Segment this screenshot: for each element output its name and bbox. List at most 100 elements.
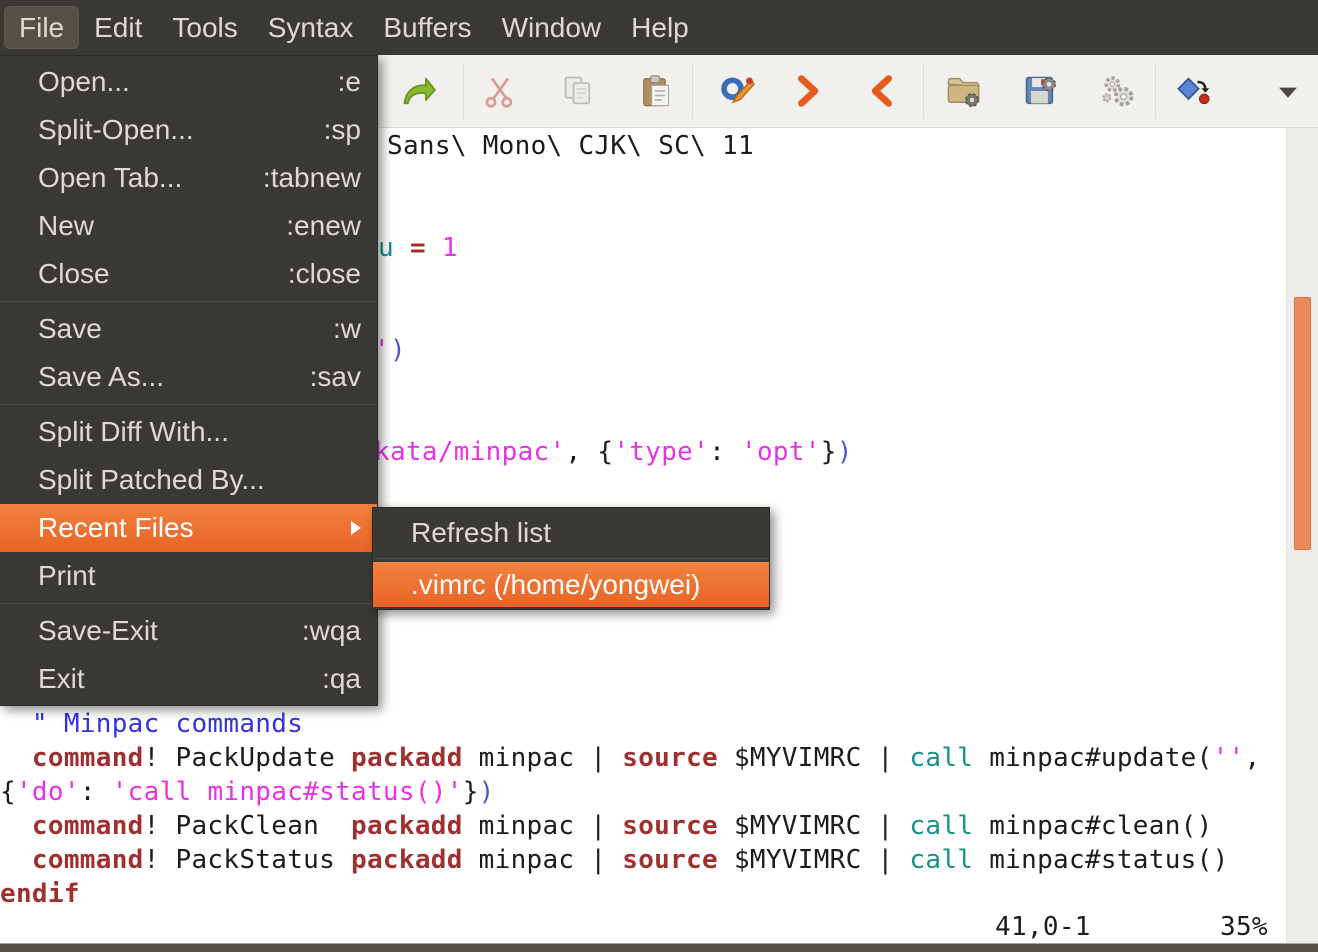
build-icon[interactable]: [1175, 73, 1211, 109]
editor-line: endif: [0, 877, 80, 911]
menu-item-label: Open Tab...: [38, 162, 182, 194]
code-segment-fg: minpac |: [463, 811, 623, 841]
code-segment-fg: $MYVIMRC |: [718, 743, 909, 773]
code-segment-fg: $MYVIMRC |: [718, 845, 909, 875]
code-segment-fg: [394, 233, 410, 263]
toolbar-separator: [692, 63, 693, 119]
menu-item-shortcut: :close: [288, 258, 361, 290]
menubar-item-help[interactable]: Help: [616, 6, 704, 50]
menu-item-label: Exit: [38, 663, 85, 695]
code-segment-fg: [426, 233, 442, 263]
code-segment-string: 'call minpac#status()': [112, 777, 463, 807]
menu-item-label: Print: [38, 560, 96, 592]
menu-item-shortcut: :sav: [310, 361, 361, 393]
menu-item-label: New: [38, 210, 94, 242]
file-menu-item-split-open[interactable]: Split-Open...:sp: [0, 106, 377, 154]
menubar-item-syntax[interactable]: Syntax: [253, 6, 369, 50]
menu-item-shortcut: :w: [333, 313, 361, 345]
recent-files-item-vimrc-home-yongwei[interactable]: .vimrc (/home/yongwei): [373, 562, 769, 607]
menubar-item-buffers[interactable]: Buffers: [368, 6, 486, 50]
paste-icon[interactable]: [637, 73, 673, 109]
menubar-item-edit[interactable]: Edit: [79, 6, 157, 50]
code-segment-fg: [0, 709, 32, 739]
menu-item-label: Refresh list: [411, 517, 551, 549]
menu-item-shortcut: :e: [338, 66, 361, 98]
file-menu-item-open[interactable]: Open...:e: [0, 58, 377, 106]
code-segment-statement: command: [32, 743, 144, 773]
file-menu-item-split-patched-by[interactable]: Split Patched By...: [0, 456, 377, 504]
menu-item-label: Split Patched By...: [38, 464, 265, 496]
file-menu-item-save[interactable]: Save:w: [0, 305, 377, 353]
load-session-icon[interactable]: [945, 73, 981, 109]
code-segment-fg: ,: [1245, 743, 1261, 773]
code-segment-string: 'type': [613, 437, 709, 467]
code-segment-string: '': [1213, 743, 1245, 773]
code-segment-statement: source: [622, 845, 718, 875]
menubar-item-window[interactable]: Window: [487, 6, 617, 50]
menubar-item-tools[interactable]: Tools: [157, 6, 252, 50]
code-segment-fg: [0, 811, 32, 841]
editor-line: kata/minpac', {'type': 'opt'}): [374, 435, 853, 469]
code-segment-fg: , {: [565, 437, 613, 467]
code-segment-statement: endif: [0, 879, 80, 909]
code-segment-statement: command: [32, 845, 144, 875]
code-segment-string: 'do': [16, 777, 80, 807]
code-segment-identifier: call: [909, 811, 973, 841]
run-script-icon[interactable]: [1100, 73, 1136, 109]
code-segment-statement: packadd: [351, 811, 463, 841]
file-menu-item-print[interactable]: Print: [0, 552, 377, 600]
code-segment-fg: minpac |: [463, 743, 623, 773]
file-menu-item-save-as[interactable]: Save As... :sav: [0, 353, 377, 401]
file-menu-item-open-tab[interactable]: Open Tab...:tabnew: [0, 154, 377, 202]
editor-line: '): [374, 333, 406, 367]
editor-line: command! PackClean packadd minpac | sour…: [0, 809, 1213, 843]
code-segment-fg: [0, 845, 32, 875]
find-next-icon[interactable]: [789, 73, 825, 109]
file-menu-separator: [1, 301, 376, 302]
cut-icon[interactable]: [482, 73, 518, 109]
save-session-icon[interactable]: [1022, 73, 1058, 109]
code-segment-fg: ! PackClean: [144, 811, 351, 841]
menubar-item-file[interactable]: File: [4, 6, 79, 50]
redo-icon[interactable]: [400, 73, 436, 109]
editor-line: " Minpac commands: [0, 707, 303, 741]
code-segment-statement: packadd: [351, 743, 463, 773]
file-menu-item-recent-files[interactable]: Recent Files: [0, 504, 377, 552]
file-menu-item-new[interactable]: New :enew: [0, 202, 377, 250]
code-segment-paren: ): [479, 777, 495, 807]
scrollbar-thumb[interactable]: [1294, 297, 1311, 550]
menu-item-label: .vimrc (/home/yongwei): [411, 569, 700, 601]
code-segment-identifier: u: [378, 233, 394, 263]
file-menu-item-save-exit[interactable]: Save-Exit:wqa: [0, 607, 377, 655]
window-bottom-edge: [0, 943, 1318, 952]
overflow-chevron-icon[interactable]: [1270, 73, 1306, 109]
code-segment-statement: packadd: [351, 845, 463, 875]
gvim-window: FileEditToolsSyntaxBuffersWindowHelp 41,…: [0, 0, 1318, 952]
menu-item-label: Save As...: [38, 361, 164, 393]
copy-icon[interactable]: [560, 73, 596, 109]
code-segment-fg: minpac#status(): [973, 845, 1228, 875]
code-segment-fg: ! PackUpdate: [144, 743, 351, 773]
code-segment-fg: minpac |: [463, 845, 623, 875]
ruler-scroll-percent: 35%: [1220, 910, 1268, 944]
menu-item-label: Save-Exit: [38, 615, 158, 647]
code-segment-fg: minpac#update(: [973, 743, 1212, 773]
toolbar-separator: [923, 63, 924, 119]
scrollbar[interactable]: [1286, 128, 1318, 944]
code-segment-statement: source: [622, 811, 718, 841]
code-segment-fg: Sans\ Mono\ CJK\ SC\ 11: [387, 131, 754, 161]
find-prev-icon[interactable]: [865, 73, 901, 109]
code-segment-fg: }: [821, 437, 837, 467]
menu-item-label: Close: [38, 258, 110, 290]
file-menu-item-close[interactable]: Close :close: [0, 250, 377, 298]
toolbar-separator: [1155, 63, 1156, 119]
find-replace-icon[interactable]: [719, 73, 755, 109]
file-menu-item-split-diff-with[interactable]: Split Diff With...: [0, 408, 377, 456]
file-menu-item-exit[interactable]: Exit:qa: [0, 655, 377, 703]
code-segment-fg: :: [709, 437, 741, 467]
recent-files-item-refresh-list[interactable]: Refresh list: [373, 510, 769, 555]
menu-item-shortcut: :enew: [286, 210, 361, 242]
submenu-arrow-icon: [351, 521, 361, 535]
toolbar-separator: [463, 63, 464, 119]
code-segment-paren: ): [390, 335, 406, 365]
